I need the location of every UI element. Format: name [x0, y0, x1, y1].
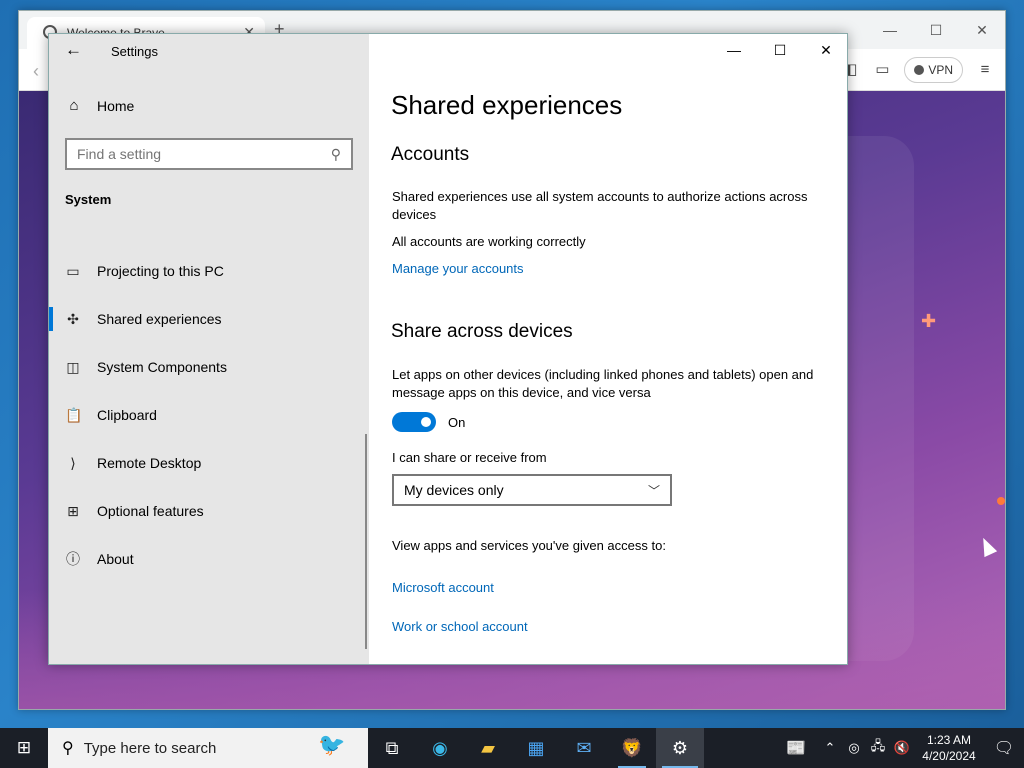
projector-icon: ▭	[66, 262, 80, 279]
vpn-status-icon	[914, 65, 925, 75]
search-highlight-bird-icon: 🐦	[318, 732, 346, 757]
volume-muted-icon[interactable]: 🔇	[890, 740, 914, 756]
settings-content: — ☐ ✕ Shared experiences Accounts Shared…	[369, 34, 849, 664]
sidebar-item-system-components[interactable]: ◫ System Components	[49, 343, 369, 391]
optional-features-icon: ⊞	[67, 502, 79, 519]
close-icon[interactable]: ✕	[803, 34, 849, 66]
sidebar-item-shared-experiences[interactable]: ✣ Shared experiences	[49, 295, 369, 343]
page-title: Shared experiences	[391, 90, 623, 120]
taskbar: ⊞ ⚲ Type here to search 🐦 ⧉ ◉ ▰ ▦ ✉ 🦁 ⚙ …	[0, 728, 1024, 768]
network-icon[interactable]: 🖧	[866, 737, 890, 759]
accounts-heading: Accounts	[391, 144, 470, 165]
sidebar-item-label: Optional features	[97, 503, 204, 519]
vpn-label: VPN	[928, 63, 953, 77]
section-label: System	[65, 192, 112, 207]
sidebar-item-label: Clipboard	[97, 407, 157, 423]
sidebar-item-label: Shared experiences	[97, 311, 222, 327]
info-icon: ⓘ	[66, 551, 80, 567]
maximize-icon[interactable]: ☐	[757, 34, 803, 66]
maximize-icon[interactable]: ☐	[913, 11, 959, 49]
sparkle-icon: ✚	[921, 311, 937, 331]
clipboard-icon: 📋	[65, 406, 83, 423]
close-icon[interactable]: ✕	[959, 11, 1005, 49]
settings-window: ← Settings ⌂ Home ⚲ System ▭ Projecting …	[48, 33, 848, 665]
settings-sidebar: ← Settings ⌂ Home ⚲ System ▭ Projecting …	[49, 34, 369, 664]
file-explorer-icon[interactable]: ▰	[464, 728, 512, 768]
sidebar-scrollbar[interactable]	[365, 434, 367, 649]
settings-titlebar-left: ← Settings	[49, 34, 369, 68]
sidebar-item-clipboard[interactable]: 📋 Clipboard	[49, 391, 369, 439]
search-icon: ⚲	[330, 145, 341, 162]
microsoft-store-icon[interactable]: ▦	[512, 728, 560, 768]
search-input[interactable]	[77, 146, 317, 162]
home-nav-item[interactable]: ⌂ Home	[65, 97, 134, 114]
accounts-status: All accounts are working correctly	[392, 234, 586, 249]
decorative-dot	[997, 497, 1005, 505]
brave-icon[interactable]: 🦁	[608, 728, 656, 768]
dropdown-value: My devices only	[404, 482, 504, 498]
menu-icon[interactable]: ≡	[975, 60, 995, 80]
back-arrow-icon[interactable]: ←	[65, 40, 82, 60]
start-button[interactable]: ⊞	[0, 728, 48, 768]
brave-toolbar-right: ◧ ▭ VPN ≡	[840, 57, 995, 83]
task-view-icon[interactable]: ⧉	[368, 728, 416, 768]
share-toggle[interactable]	[392, 412, 436, 432]
work-school-account-link[interactable]: Work or school account	[392, 619, 528, 634]
notification-center-icon[interactable]: 🗨	[984, 738, 1024, 758]
sidebar-item-remote-desktop[interactable]: ⟩ Remote Desktop	[49, 439, 369, 487]
sidebar-item-label: System Components	[97, 359, 227, 375]
sidebar-item-label: Projecting to this PC	[97, 263, 224, 279]
chevron-up-icon[interactable]: ⌃	[818, 740, 842, 756]
search-icon: ⚲	[62, 740, 74, 757]
manage-accounts-link[interactable]: Manage your accounts	[392, 261, 524, 276]
sidebar-item-label: Remote Desktop	[97, 455, 202, 471]
window-title: Settings	[111, 44, 158, 59]
mail-icon[interactable]: ✉	[560, 728, 608, 768]
minimize-icon[interactable]: —	[867, 11, 913, 49]
share-from-label: I can share or receive from	[392, 450, 547, 465]
wallet-icon[interactable]: ▭	[872, 60, 892, 80]
access-label: View apps and services you've given acce…	[392, 538, 666, 553]
remote-desktop-icon: ⟩	[70, 454, 76, 471]
share-description: Let apps on other devices (including lin…	[392, 367, 814, 400]
taskbar-search-placeholder: Type here to search	[83, 739, 217, 757]
vpn-button[interactable]: VPN	[904, 57, 963, 83]
share-heading: Share across devices	[391, 321, 573, 342]
back-arrow-icon[interactable]: ‹	[33, 61, 39, 82]
sidebar-item-projecting[interactable]: ▭ Projecting to this PC	[49, 247, 369, 295]
meet-now-icon[interactable]: ◎	[842, 740, 866, 756]
clock-time: 1:23 AM	[926, 733, 972, 747]
taskbar-search-box[interactable]: ⚲ Type here to search 🐦	[48, 728, 368, 768]
settings-window-controls: — ☐ ✕	[711, 34, 849, 66]
settings-nav: ▭ Projecting to this PC ✣ Shared experie…	[49, 247, 369, 583]
components-icon: ◫	[66, 358, 80, 375]
toggle-state-label: On	[448, 415, 466, 430]
edge-icon[interactable]: ◉	[416, 728, 464, 768]
chevron-down-icon: ﹀	[647, 483, 660, 498]
sidebar-item-about[interactable]: ⓘ About	[49, 535, 369, 583]
settings-gear-icon[interactable]: ⚙	[656, 728, 704, 768]
taskbar-apps: ⧉ ◉ ▰ ▦ ✉ 🦁 ⚙	[368, 728, 704, 768]
sidebar-item-optional-features[interactable]: ⊞ Optional features	[49, 487, 369, 535]
brave-window-controls: — ☐ ✕	[867, 11, 1005, 49]
share-from-dropdown[interactable]: My devices only ﹀	[392, 474, 672, 506]
accounts-description: Shared experiences use all system accoun…	[392, 189, 808, 222]
news-widget-icon[interactable]: 📰	[774, 738, 818, 758]
minimize-icon[interactable]: —	[711, 34, 757, 66]
desktop-background	[0, 0, 18, 730]
home-icon: ⌂	[69, 97, 79, 114]
find-setting-search[interactable]: ⚲	[65, 138, 353, 170]
system-tray: 📰 ⌃ ◎ 🖧 🔇 1:23 AM 4/20/2024 🗨	[774, 728, 1024, 768]
sidebar-item-label: About	[97, 551, 134, 567]
clock-date: 4/20/2024	[922, 749, 976, 763]
microsoft-account-link[interactable]: Microsoft account	[392, 580, 494, 595]
home-label: Home	[97, 97, 135, 114]
shared-experiences-icon: ✣	[67, 310, 79, 327]
clock[interactable]: 1:23 AM 4/20/2024	[914, 732, 984, 764]
